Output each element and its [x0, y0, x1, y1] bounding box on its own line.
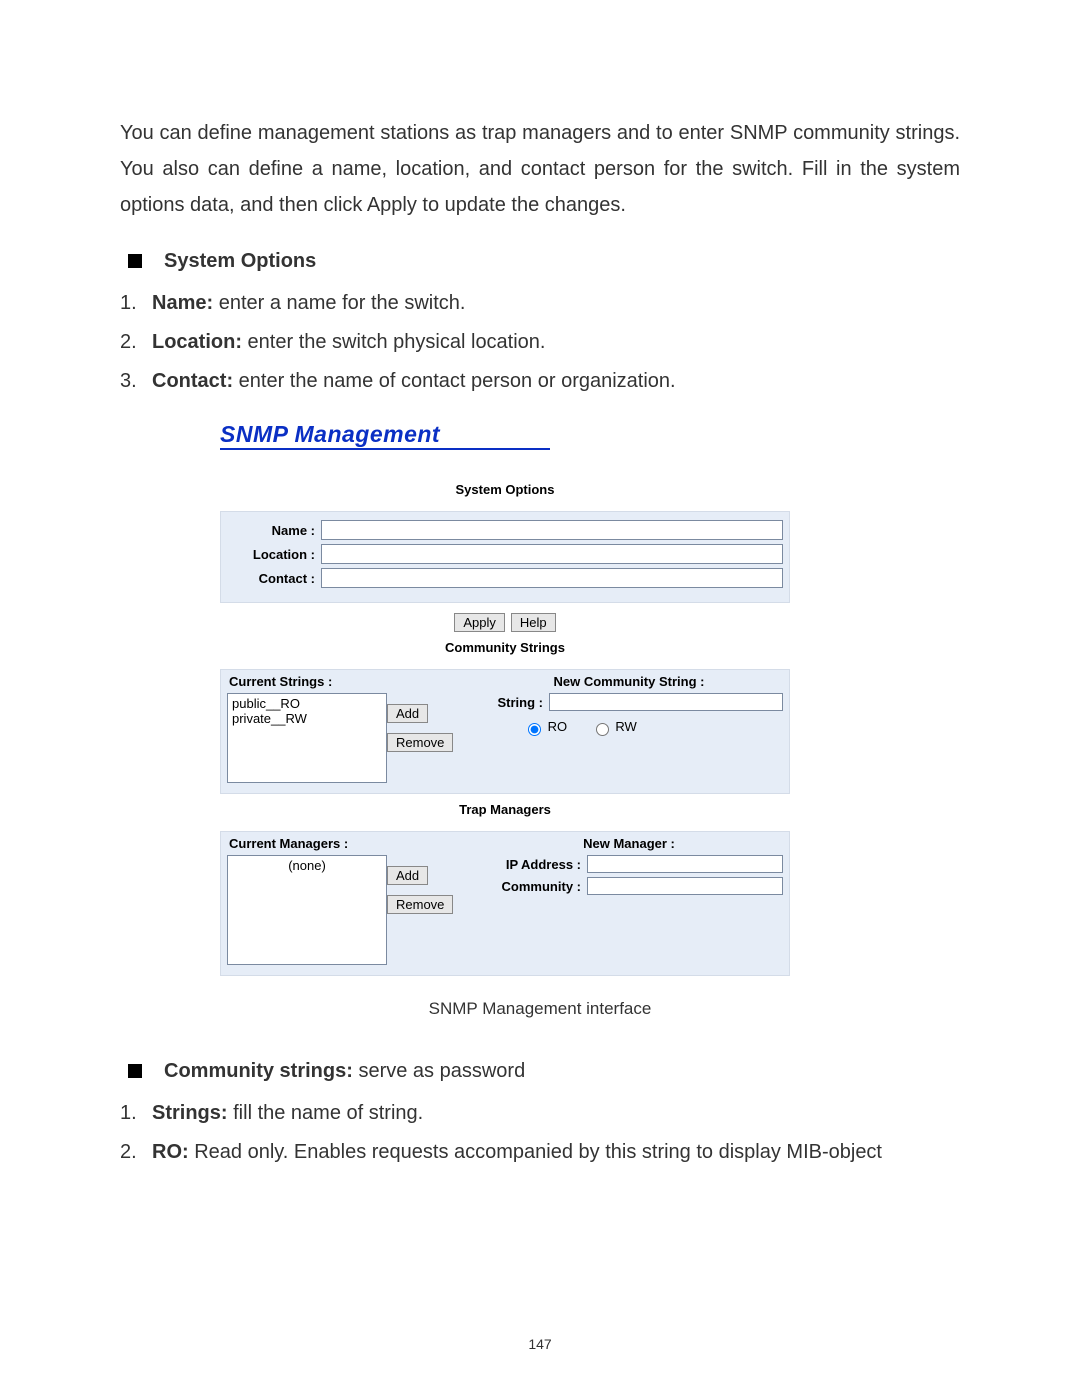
rw-text: RW	[615, 719, 636, 734]
location-label: Location :	[227, 547, 321, 562]
item-desc: enter the name of contact person or orga…	[233, 370, 676, 392]
community-strings-panel: Current Strings : public__RO private__RW…	[220, 669, 790, 794]
help-button[interactable]: Help	[511, 613, 556, 632]
string-label: String :	[473, 695, 549, 710]
ip-address-label: IP Address :	[473, 857, 587, 872]
system-options-title: System Options	[220, 482, 790, 497]
screenshot-heading: SNMP Management	[220, 421, 550, 450]
contact-label: Contact :	[227, 571, 321, 586]
list-number: 1.	[120, 285, 152, 321]
remove-manager-button[interactable]: Remove	[387, 895, 453, 914]
item-desc: Read only. Enables requests accompanied …	[189, 1141, 882, 1163]
item-desc: enter the switch physical location.	[242, 331, 546, 353]
apply-button[interactable]: Apply	[454, 613, 505, 632]
list-number: 2.	[120, 1134, 152, 1170]
current-managers-label: Current Managers :	[229, 836, 387, 851]
current-strings-listbox[interactable]: public__RO private__RW	[227, 693, 387, 783]
screenshot-caption: SNMP Management interface	[120, 994, 960, 1025]
intro-paragraph: You can define management stations as tr…	[120, 115, 960, 223]
section2-item-2: 2. RO: Read only. Enables requests accom…	[120, 1134, 960, 1170]
trap-managers-title: Trap Managers	[220, 802, 790, 817]
section1-bullet: System Options	[120, 243, 960, 279]
section1-item-1: 1. Name: enter a name for the switch.	[120, 285, 960, 321]
section1-item-3: 3. Contact: enter the name of contact pe…	[120, 363, 960, 399]
string-input[interactable]	[549, 693, 783, 711]
name-input[interactable]	[321, 520, 783, 540]
community-strings-title: Community Strings	[220, 640, 790, 655]
ro-radio-label[interactable]: RO	[523, 719, 567, 734]
item-label: RO:	[152, 1141, 189, 1163]
community-input[interactable]	[587, 877, 783, 895]
page-number: 147	[0, 1332, 1080, 1357]
item-label: Location:	[152, 331, 242, 353]
section2-title: Community strings:	[164, 1060, 353, 1082]
item-label: Contact:	[152, 370, 233, 392]
current-managers-listbox[interactable]: (none)	[227, 855, 387, 965]
list-number: 3.	[120, 363, 152, 399]
section2-bullet: Community strings: serve as password	[120, 1053, 960, 1089]
section2-title-tail: serve as password	[353, 1060, 525, 1082]
item-label: Name:	[152, 292, 213, 314]
ip-address-input[interactable]	[587, 855, 783, 873]
add-string-button[interactable]: Add	[387, 704, 428, 723]
add-manager-button[interactable]: Add	[387, 866, 428, 885]
square-bullet-icon	[128, 254, 142, 268]
remove-string-button[interactable]: Remove	[387, 733, 453, 752]
contact-input[interactable]	[321, 568, 783, 588]
section1-item-2: 2. Location: enter the switch physical l…	[120, 324, 960, 360]
snmp-management-screenshot: SNMP Management System Options Name : Lo…	[220, 421, 790, 976]
current-strings-label: Current Strings :	[229, 674, 387, 689]
item-desc: enter a name for the switch.	[213, 292, 465, 314]
ro-text: RO	[548, 719, 568, 734]
rw-radio[interactable]	[596, 723, 609, 736]
ro-radio[interactable]	[528, 723, 541, 736]
location-input[interactable]	[321, 544, 783, 564]
list-number: 2.	[120, 324, 152, 360]
trap-managers-panel: Current Managers : (none) Add Remove New…	[220, 831, 790, 976]
name-label: Name :	[227, 523, 321, 538]
section1-title: System Options	[164, 243, 316, 279]
square-bullet-icon	[128, 1064, 142, 1078]
rw-radio-label[interactable]: RW	[591, 719, 637, 734]
new-manager-label: New Manager :	[475, 836, 783, 851]
new-community-string-label: New Community String :	[475, 674, 783, 689]
community-label: Community :	[473, 879, 587, 894]
item-label: Strings:	[152, 1102, 228, 1124]
item-desc: fill the name of string.	[228, 1102, 424, 1124]
system-options-panel: Name : Location : Contact :	[220, 511, 790, 603]
list-number: 1.	[120, 1095, 152, 1131]
section2-item-1: 1. Strings: fill the name of string.	[120, 1095, 960, 1131]
